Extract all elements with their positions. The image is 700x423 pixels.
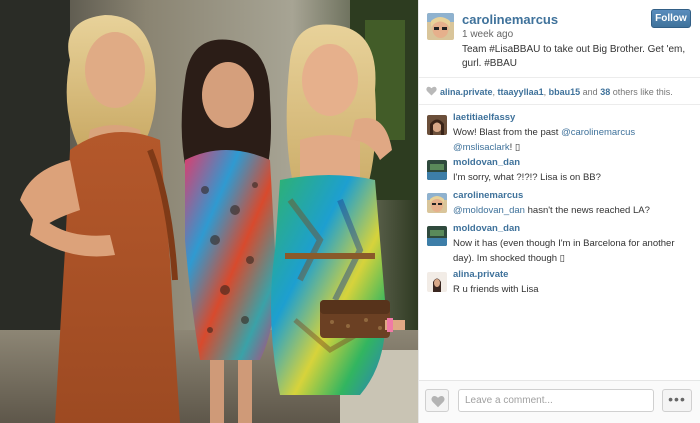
comments-list: laetitiaelfassy Wow! Blast from the past… bbox=[419, 108, 700, 378]
avatar-image bbox=[427, 226, 447, 246]
liker-name[interactable]: ttaayyllaa1 bbox=[498, 87, 544, 97]
commenter-avatar[interactable] bbox=[427, 193, 447, 213]
avatar-image bbox=[427, 13, 454, 40]
comment-username[interactable]: alina.private bbox=[453, 269, 508, 280]
comment-text: @moldovan_dan hasn't the news reached LA… bbox=[453, 203, 693, 218]
comment-input[interactable] bbox=[458, 389, 654, 412]
comment-text-part: R u friends with Lisa bbox=[453, 284, 539, 295]
comment-text-part: ! ▯ bbox=[509, 142, 521, 153]
post-caption: Team #LisaBBAU to take out Big Brother. … bbox=[462, 44, 686, 69]
comment-text: I'm sorry, what ?!?!? Lisa is on BB? bbox=[453, 170, 693, 185]
comment-text: R u friends with Lisa bbox=[453, 282, 693, 297]
mention-link[interactable]: @carolinemarcus bbox=[561, 127, 635, 138]
more-options-button[interactable]: ••• bbox=[662, 389, 692, 412]
photo-illustration bbox=[0, 0, 418, 423]
post-header: carolinemarcus 1 week ago Team #LisaBBAU… bbox=[419, 0, 700, 78]
avatar-image bbox=[427, 160, 447, 180]
heart-icon bbox=[426, 86, 437, 96]
author-avatar[interactable] bbox=[427, 13, 454, 40]
commenter-avatar[interactable] bbox=[427, 226, 447, 246]
comment-text: Wow! Blast from the past @carolinemarcus… bbox=[453, 125, 693, 155]
liker-name[interactable]: bbau15 bbox=[549, 87, 581, 97]
avatar-image bbox=[427, 193, 447, 213]
follow-button[interactable]: Follow bbox=[651, 9, 691, 28]
comment-text-part: hasn't the news reached LA? bbox=[524, 205, 650, 216]
comment-text-part: Now it has (even though I'm in Barcelona… bbox=[453, 238, 675, 264]
likes-suffix: others like this. bbox=[612, 87, 673, 97]
post-side-panel: carolinemarcus 1 week ago Team #LisaBBAU… bbox=[418, 0, 700, 423]
author-username[interactable]: carolinemarcus bbox=[462, 12, 558, 27]
ellipsis-icon: ••• bbox=[668, 391, 686, 407]
comment-username[interactable]: carolinemarcus bbox=[453, 190, 523, 201]
likes-others-count[interactable]: 38 bbox=[600, 87, 610, 97]
mention-link[interactable]: @mslisaclark bbox=[453, 142, 510, 153]
commenter-avatar[interactable] bbox=[427, 272, 447, 292]
comment-text-part: Wow! Blast from the past bbox=[453, 127, 562, 138]
avatar-image bbox=[427, 272, 447, 292]
comment-bar: ••• bbox=[419, 380, 700, 423]
post-timestamp[interactable]: 1 week ago bbox=[462, 29, 513, 40]
comment-text: Now it has (even though I'm in Barcelona… bbox=[453, 236, 693, 266]
comment-username[interactable]: laetitiaelfassy bbox=[453, 112, 515, 123]
comment-text-part: I'm sorry, what ?!?!? Lisa is on BB? bbox=[453, 172, 601, 183]
liker-name[interactable]: alina.private bbox=[440, 87, 493, 97]
comment-username[interactable]: moldovan_dan bbox=[453, 157, 520, 168]
commenter-avatar[interactable] bbox=[427, 115, 447, 135]
avatar-image bbox=[427, 115, 447, 135]
comment-username[interactable]: moldovan_dan bbox=[453, 223, 520, 234]
post-photo[interactable] bbox=[0, 0, 418, 423]
mention-link[interactable]: @moldovan_dan bbox=[453, 205, 525, 216]
likes-and-text: and bbox=[582, 87, 598, 97]
like-button[interactable] bbox=[425, 389, 449, 412]
heart-icon bbox=[431, 396, 445, 408]
commenter-avatar[interactable] bbox=[427, 160, 447, 180]
likes-summary: alina.private, ttaayyllaa1, bbau15 and 3… bbox=[419, 79, 700, 105]
